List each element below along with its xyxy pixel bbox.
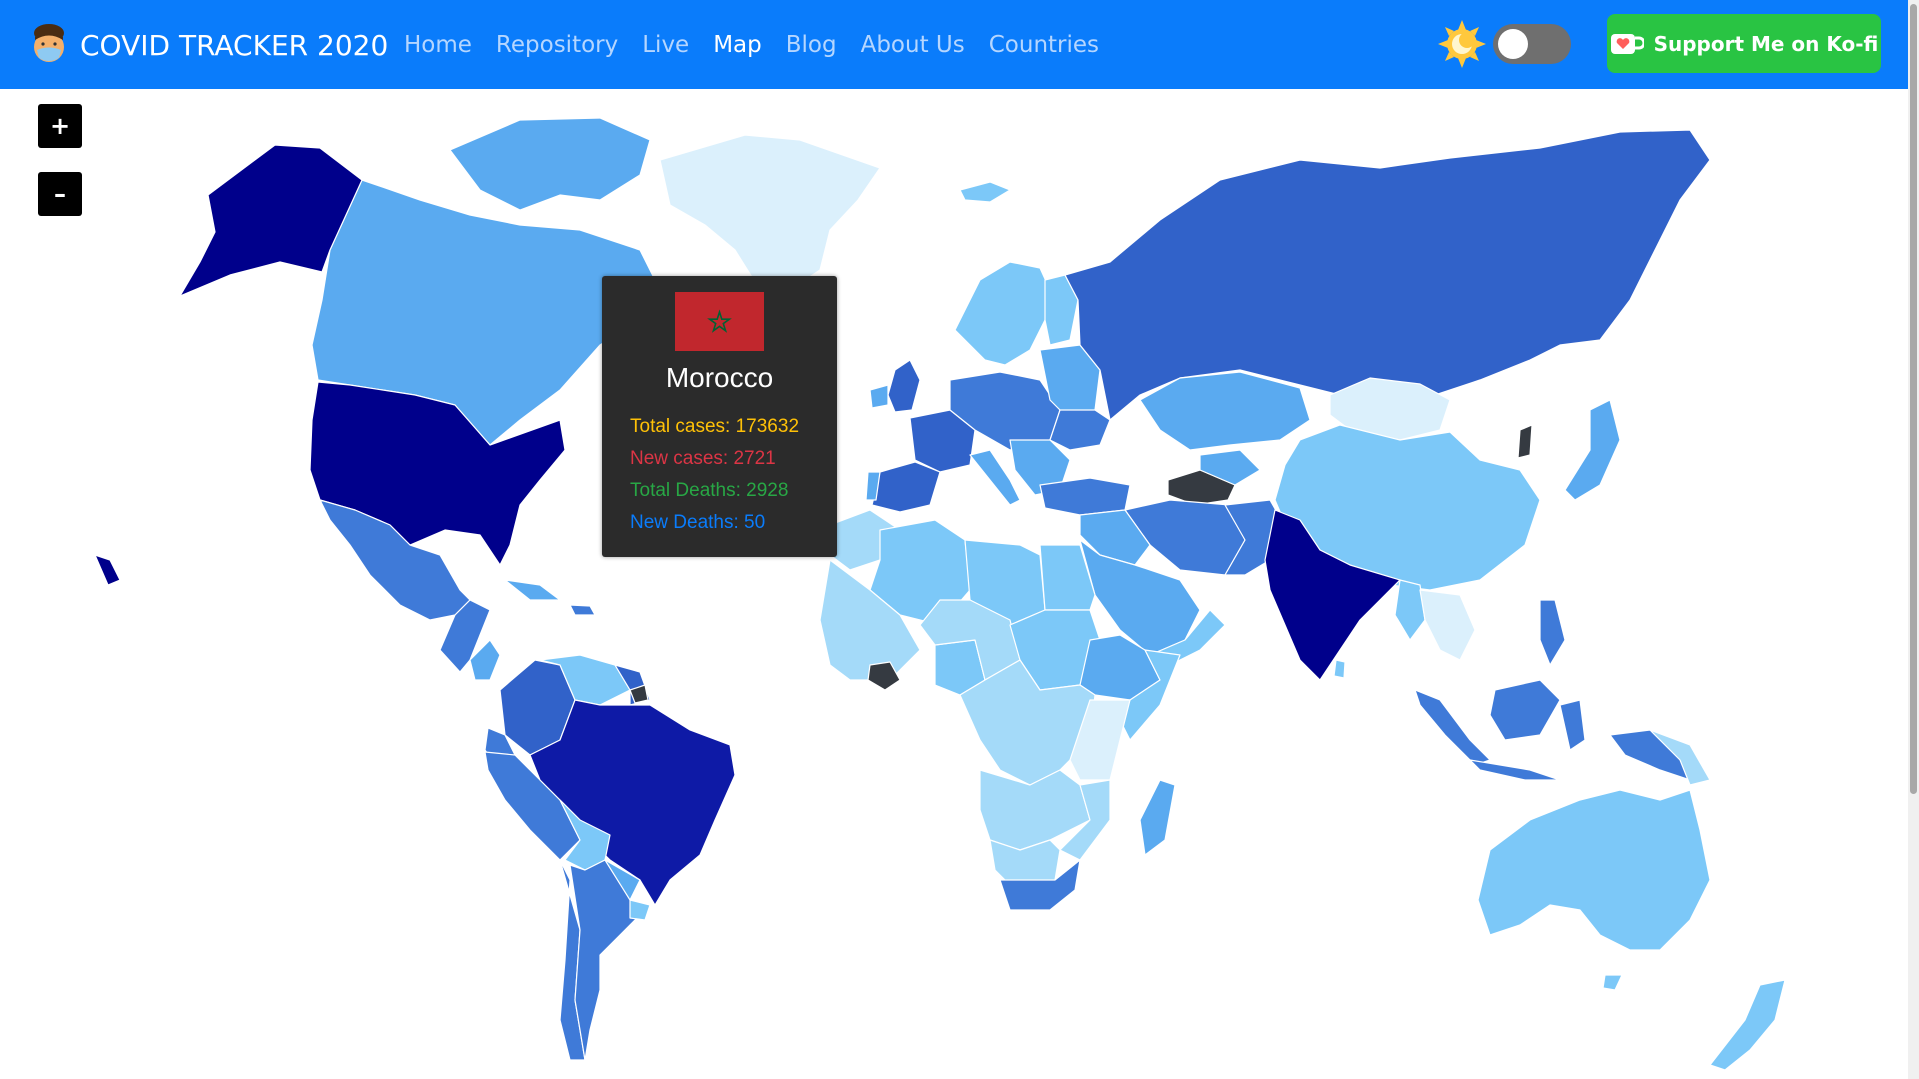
brand-title: COVID TRACKER 2020	[80, 28, 389, 62]
country-cuba	[504, 579, 561, 601]
tooltip-new-cases: New cases: 2721	[630, 448, 776, 469]
nav-about-us[interactable]: About Us	[861, 32, 965, 58]
nav-map[interactable]: Map	[713, 32, 762, 58]
zoom-out-button[interactable]: –	[38, 172, 82, 216]
nav-home[interactable]: Home	[404, 32, 472, 58]
kofi-label: Support Me on Ko-fi	[1653, 31, 1879, 56]
toggle-knob	[1498, 29, 1528, 59]
country-indonesia-sumatra	[1414, 689, 1491, 766]
country-sulawesi	[1559, 699, 1586, 751]
world-map-svg	[94, 117, 1786, 1071]
country-greenland	[659, 134, 881, 291]
country-uk	[887, 359, 921, 413]
tooltip-country-name: Morocco	[665, 362, 774, 393]
country-java	[1469, 759, 1561, 781]
nav-live[interactable]: Live	[642, 32, 689, 58]
country-scandinavia	[954, 261, 1051, 366]
navbar: COVID TRACKER 2020 Home Repository Live …	[0, 0, 1919, 89]
country-madagascar	[1139, 779, 1176, 856]
nav-countries[interactable]: Countries	[989, 32, 1099, 58]
tooltip-new-deaths: New Deaths: 50	[630, 512, 766, 533]
tooltip-total-deaths: Total Deaths: 2928	[630, 480, 789, 501]
country-myanmar	[1394, 579, 1426, 641]
country-new-zealand	[1709, 979, 1786, 1071]
country-borneo	[1489, 679, 1561, 741]
country-tooltip: Morocco Total cases: 173632 New cases: 2…	[602, 276, 837, 557]
country-hispaniola	[569, 604, 596, 616]
country-turkey	[1039, 477, 1131, 516]
country-ukraine	[1049, 409, 1111, 451]
country-russia	[1064, 129, 1711, 421]
country-sri-lanka	[1333, 659, 1346, 679]
kofi-cup-icon	[1610, 33, 1644, 54]
country-canada-islands	[449, 117, 651, 211]
nav-links: Home Repository Live Map Blog About Us C…	[404, 0, 1123, 89]
country-philippines	[1539, 599, 1566, 666]
page-scrollbar[interactable]	[1908, 0, 1919, 1079]
country-australia	[1477, 789, 1711, 951]
country-hawaii	[94, 554, 121, 586]
kofi-button[interactable]: Support Me on Ko-fi	[1607, 14, 1881, 73]
dark-mode-toggle[interactable]	[1493, 24, 1571, 64]
brand[interactable]: COVID TRACKER 2020	[30, 22, 388, 68]
country-thailand-indochina	[1419, 589, 1476, 661]
country-spain	[871, 461, 941, 513]
country-uruguay	[629, 899, 651, 921]
nav-blog[interactable]: Blog	[786, 32, 837, 58]
tooltip-total-cases: Total cases: 173632	[630, 416, 800, 437]
world-map[interactable]	[0, 89, 1908, 1079]
masked-face-icon	[34, 24, 64, 62]
sun-moon-icon	[1438, 20, 1486, 68]
scrollbar-thumb[interactable]	[1910, 4, 1917, 794]
morocco-flag-icon	[675, 292, 764, 351]
country-tasmania	[1602, 974, 1623, 991]
country-iceland	[959, 181, 1011, 203]
country-ireland	[869, 384, 889, 409]
nav-repository[interactable]: Repository	[496, 32, 618, 58]
zoom-in-button[interactable]: +	[38, 104, 82, 148]
country-japan	[1564, 399, 1621, 501]
country-north-korea	[1517, 424, 1533, 459]
